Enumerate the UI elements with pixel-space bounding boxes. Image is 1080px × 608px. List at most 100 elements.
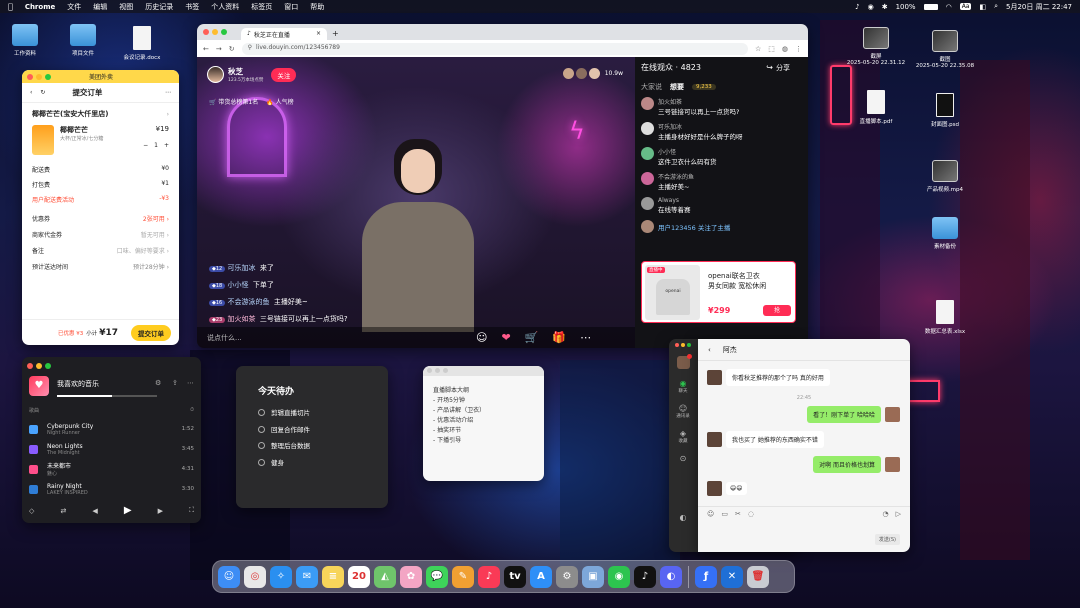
desktop-icon[interactable]: 产品视频.mp4 bbox=[915, 160, 975, 193]
new-tab-icon[interactable]: + bbox=[332, 29, 339, 38]
chat-user[interactable]: 可乐加冰 bbox=[658, 122, 743, 131]
safari-icon[interactable]: ✧ bbox=[270, 565, 292, 588]
sidebar-item-contacts[interactable]: ☺ 通讯录 bbox=[676, 404, 690, 419]
douyin-icon[interactable]: ♪ bbox=[634, 565, 656, 588]
follow-button[interactable]: 关注 bbox=[271, 67, 297, 82]
message-bubble[interactable]: 😄😄 bbox=[726, 482, 747, 495]
reload-icon[interactable]: ↻ bbox=[229, 45, 235, 53]
submit-order-button[interactable]: 提交订单 bbox=[131, 324, 171, 341]
chevron-right-icon[interactable]: › bbox=[167, 111, 169, 118]
message-bubble[interactable]: 你看秋芝推荐的那个了吗 真的好用 bbox=[726, 369, 830, 386]
checkbox-icon[interactable] bbox=[258, 458, 265, 466]
menu-item[interactable]: 视图 bbox=[119, 2, 133, 12]
playback-progress[interactable] bbox=[57, 395, 157, 397]
message-bubble[interactable]: 看了！刚下单了 哈哈哈 bbox=[807, 406, 881, 423]
chat-user[interactable]: 加火如茶 bbox=[658, 97, 739, 106]
say-something-input[interactable]: 说点什么... bbox=[207, 333, 462, 343]
user-avatar[interactable] bbox=[641, 147, 654, 160]
menu-item[interactable]: 书签 bbox=[185, 2, 199, 12]
bluetooth-icon[interactable]: ✱ bbox=[882, 3, 888, 11]
streamer-name[interactable]: 秋芝 bbox=[228, 66, 263, 77]
music-icon[interactable]: ♪ bbox=[478, 565, 500, 588]
wechat-status-icon[interactable]: ◉ bbox=[868, 3, 874, 11]
site-info-icon[interactable]: ⚲ bbox=[248, 44, 252, 54]
buy-button[interactable]: 抢 bbox=[763, 305, 791, 316]
more-icon[interactable]: ⋯ bbox=[165, 89, 171, 96]
browser-tab[interactable]: ♪ 秋芝正在直播 × bbox=[241, 28, 327, 40]
more-dots-icon[interactable]: ⋯ bbox=[580, 331, 591, 344]
battery-icon[interactable] bbox=[923, 3, 938, 10]
my-avatar[interactable] bbox=[885, 407, 900, 422]
comment-user[interactable]: 小小怪 bbox=[227, 281, 248, 289]
song-row[interactable]: Neon Lights The Midnight 3:45 bbox=[29, 439, 194, 459]
viewer-avatars[interactable]: 10.9w bbox=[562, 68, 623, 79]
shuffle-icon[interactable]: ◇ bbox=[29, 507, 34, 515]
product-image[interactable]: 直播中 openai bbox=[645, 265, 700, 320]
desktop-icon[interactable]: 直播脚本.pdf bbox=[846, 90, 906, 125]
gift-icon[interactable]: 🎁 bbox=[552, 331, 566, 344]
close-tab-icon[interactable]: × bbox=[316, 30, 321, 38]
chat-tab-want[interactable]: 想要 bbox=[670, 82, 684, 92]
wifi-icon[interactable]: ◠ bbox=[946, 3, 952, 11]
lark-icon[interactable]: ƒ bbox=[695, 565, 717, 588]
drink-image[interactable] bbox=[32, 125, 54, 155]
back-icon[interactable]: ← bbox=[203, 45, 209, 53]
contact-avatar[interactable] bbox=[707, 481, 722, 496]
streamer-avatar[interactable] bbox=[207, 66, 224, 83]
sidebar-item-favorites[interactable]: ◈ 收藏 bbox=[679, 429, 688, 444]
chrome-icon[interactable]: ◎ bbox=[244, 565, 266, 588]
desktop-icon[interactable]: 数据汇总表.xlsx bbox=[915, 300, 975, 335]
tv-icon[interactable]: tv bbox=[504, 565, 526, 588]
contact-avatar[interactable] bbox=[707, 432, 722, 447]
notes-icon[interactable]: ≡ bbox=[322, 565, 344, 588]
heart-gift-icon[interactable]: ❤ bbox=[501, 331, 510, 344]
checkbox-icon[interactable] bbox=[258, 442, 265, 449]
emoji-icon[interactable]: ☺ bbox=[707, 510, 714, 518]
desktop-icon[interactable]: 项目文件 bbox=[53, 24, 113, 57]
chat-user[interactable]: 不会游泳的鱼 bbox=[658, 172, 694, 181]
notes-content[interactable]: 直播脚本大纲 - 开场5分钟 - 产品讲解（卫衣） - 优惠活动介绍 - 抽奖环… bbox=[423, 376, 544, 456]
menu-app-name[interactable]: Chrome bbox=[25, 3, 55, 11]
menu-item[interactable]: 编辑 bbox=[93, 2, 107, 12]
control-center-icon[interactable]: ◧ bbox=[979, 3, 986, 11]
address-bar[interactable]: ⚲ live.douyin.com/123456789 bbox=[241, 42, 748, 55]
user-avatar[interactable] bbox=[641, 220, 654, 233]
douyin-status-icon[interactable]: ♪ bbox=[855, 3, 859, 11]
message-bubble[interactable]: 我也买了 她推荐的东西确实不错 bbox=[726, 431, 824, 448]
user-avatar[interactable] bbox=[641, 172, 654, 185]
more-icon[interactable]: ⋮ bbox=[795, 45, 802, 53]
shopping-cart-icon[interactable]: 🛒 bbox=[525, 331, 539, 344]
url-text[interactable]: live.douyin.com/123456789 bbox=[256, 44, 340, 54]
next-icon[interactable]: ▶ bbox=[158, 507, 163, 515]
refresh-icon[interactable]: ↻ bbox=[40, 89, 45, 96]
voice-call-icon[interactable]: ◔ bbox=[883, 510, 889, 518]
trash-icon[interactable]: 🗑 bbox=[747, 565, 769, 588]
todo-item[interactable]: 回复合作邮件 bbox=[258, 422, 310, 439]
messages-icon[interactable]: 💬 bbox=[426, 565, 448, 588]
desktop-icon[interactable]: 素材备份 bbox=[915, 217, 975, 250]
message-bubble[interactable]: 对啊 而且价格也划算 bbox=[813, 456, 881, 473]
back-icon[interactable]: ‹ bbox=[30, 89, 32, 96]
menu-item[interactable]: 个人资料 bbox=[211, 2, 239, 12]
comment-user[interactable]: 不会游泳的鱼 bbox=[227, 298, 269, 306]
song-row[interactable]: Rainy Night LAKEY INSPIRED 3:30 bbox=[29, 479, 194, 499]
photos-icon[interactable]: ✿ bbox=[400, 565, 422, 588]
desktop-icon[interactable]: 会议记录.docx bbox=[112, 26, 172, 61]
comment-user[interactable]: 可乐加冰 bbox=[227, 264, 255, 272]
chat-user[interactable]: Always bbox=[658, 197, 691, 204]
live-video[interactable]: ϟ 秋芝 123.5万本场点赞 关注 10.9w 🛒 带货总榜第1名 🔥 人气榜… bbox=[197, 57, 635, 348]
menu-item[interactable]: 历史记录 bbox=[145, 2, 173, 12]
checkbox-icon[interactable] bbox=[258, 425, 265, 433]
rank-tag[interactable]: 🛒 带货总榜第1名 bbox=[209, 97, 258, 106]
menu-item[interactable]: 标签页 bbox=[251, 2, 272, 12]
todo-item[interactable]: 整理后台数据 bbox=[258, 438, 310, 455]
chat-user[interactable]: 小小怪 bbox=[658, 147, 717, 156]
extensions-icon[interactable]: ⬚ bbox=[768, 45, 775, 53]
clock[interactable]: 5月20日 周二 22:47 bbox=[1006, 2, 1072, 12]
profile-icon[interactable]: ◍ bbox=[782, 45, 788, 53]
menu-item[interactable]: 窗口 bbox=[284, 2, 298, 12]
emoji-icon[interactable]: ☺ bbox=[476, 331, 487, 344]
mini-program-icon[interactable]: ◐ bbox=[680, 513, 687, 522]
apple-icon[interactable]:  bbox=[8, 2, 13, 11]
calendar-icon[interactable]: 20 bbox=[348, 565, 370, 588]
